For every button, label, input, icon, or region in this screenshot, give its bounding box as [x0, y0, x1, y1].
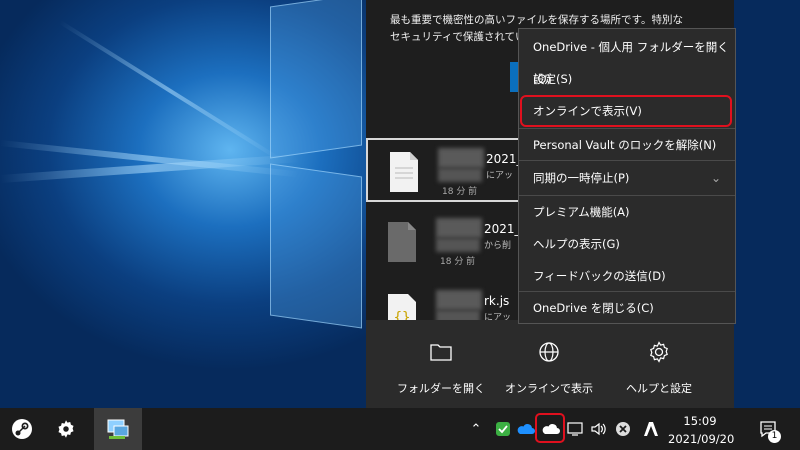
file-status: にアッ — [486, 171, 514, 181]
wallpaper-window-pane — [270, 0, 362, 159]
steam-taskbar-button[interactable] — [0, 408, 44, 450]
file-name: rk.js — [484, 294, 510, 308]
system-clock[interactable]: 15:09 2021/09/20 — [668, 412, 735, 448]
highlight-box — [520, 95, 732, 127]
security-shield-icon — [496, 422, 510, 436]
view-online-button[interactable]: オンラインで表示 — [494, 338, 604, 396]
show-hidden-icons-button[interactable]: ⌃ — [466, 408, 486, 450]
close-circle-icon — [616, 422, 630, 436]
monitor-icon — [567, 422, 583, 436]
blurred-subtitle — [436, 238, 480, 252]
clock-date: 2021/09/20 — [668, 432, 735, 446]
onedrive-context-menu: OneDrive - 個人用 フォルダーを開く(O) 設定(S) オンラインで表… — [518, 28, 736, 324]
gear-icon — [650, 341, 668, 363]
folder-icon — [430, 344, 452, 361]
open-folder-button[interactable]: フォルダーを開く — [386, 338, 496, 396]
light-beam — [58, 20, 282, 162]
chevron-up-icon: ⌃ — [470, 421, 482, 437]
blurred-name — [438, 148, 484, 168]
chevron-down-icon: ⌄ — [710, 171, 721, 185]
help-settings-label: ヘルプと設定 — [626, 382, 692, 395]
menu-item-open-folder[interactable]: OneDrive - 個人用 フォルダーを開く(O) — [519, 31, 735, 86]
security-tray-button[interactable] — [492, 408, 514, 450]
menu-item-pause-sync[interactable]: 同期の一時停止(P) ⌄ — [519, 162, 735, 194]
volume-tray-button[interactable] — [588, 408, 610, 450]
settings-taskbar-button[interactable] — [44, 408, 88, 450]
notification-center-button[interactable] — [752, 408, 784, 450]
onedrive-business-tray-button[interactable] — [514, 408, 536, 450]
wallpaper-window-pane — [270, 163, 362, 329]
network-tray-button[interactable] — [564, 408, 586, 450]
file-time: 18 分 前 — [440, 257, 476, 267]
blurred-name — [436, 218, 482, 238]
adobe-tray-button[interactable] — [640, 408, 662, 450]
menu-item-feedback[interactable]: フィードバックの送信(D) — [519, 260, 735, 292]
globe-icon — [539, 342, 559, 362]
file-status: から削 — [484, 241, 512, 251]
adobe-icon — [644, 422, 658, 436]
menu-item-unlock-vault[interactable]: Personal Vault のロックを解除(N) — [519, 129, 735, 161]
menu-item-help[interactable]: ヘルプの表示(G) — [519, 228, 735, 260]
help-settings-button[interactable]: ヘルプと設定 — [604, 338, 714, 396]
blurred-subtitle — [438, 168, 482, 182]
pause-sync-label: 同期の一時停止(P) — [533, 171, 630, 185]
menu-item-settings[interactable]: 設定(S) — [519, 63, 735, 95]
file-name: 2021_ — [484, 222, 521, 236]
settings-icon — [58, 420, 74, 438]
file-time: 18 分 前 — [442, 187, 478, 197]
volume-icon — [591, 422, 606, 436]
app-tray-button[interactable] — [612, 408, 634, 450]
blurred-name — [436, 290, 482, 310]
menu-separator — [519, 160, 735, 161]
flyout-footer: フォルダーを開く オンラインで表示 ヘルプと設定 — [366, 320, 734, 408]
menu-item-premium[interactable]: プレミアム機能(A) — [519, 196, 735, 228]
network-app-taskbar-button[interactable] — [94, 408, 142, 450]
view-online-label: オンラインで表示 — [505, 382, 593, 395]
clock-time: 15:09 — [683, 414, 717, 428]
notification-count-badge: 1 — [768, 430, 781, 443]
taskbar: ⌃ 15:09 2021/09/20 — [0, 408, 800, 450]
open-folder-label: フォルダーを開く — [397, 382, 485, 395]
highlight-box — [535, 413, 565, 443]
onedrive-blue-icon — [517, 424, 535, 434]
menu-item-close-onedrive[interactable]: OneDrive を閉じる(C) — [519, 292, 735, 324]
network-app-icon — [107, 419, 129, 439]
document-icon — [390, 152, 418, 192]
deleted-document-icon — [388, 222, 416, 262]
steam-icon — [12, 419, 32, 439]
